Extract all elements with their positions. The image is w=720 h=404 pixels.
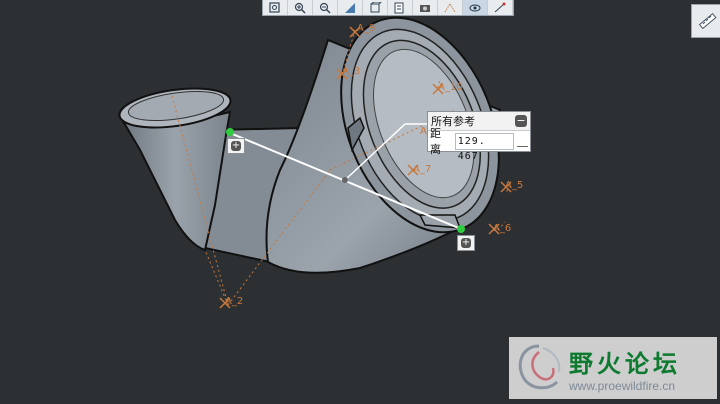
datum-label-a5[interactable]: A_5 (505, 180, 523, 191)
display-style-icon[interactable] (413, 0, 438, 15)
measure-panel: 所有参考 − 距离 129. 467 (427, 111, 531, 162)
forum-url: www.proewildfire.cn (569, 378, 676, 393)
datum-label-a2[interactable]: A_2 (225, 296, 243, 307)
forum-logo-icon (518, 344, 561, 390)
spin-center-icon[interactable] (463, 0, 488, 15)
datum-label-a3[interactable]: A_3 (342, 66, 360, 77)
datum-label-a6[interactable]: A_6 (493, 223, 511, 234)
view-orient-icon[interactable] (363, 0, 388, 15)
forum-title: 野火论坛 (569, 349, 681, 378)
measure-handle-end[interactable]: + (457, 235, 475, 251)
zoom-fit-icon[interactable] (263, 0, 288, 15)
datum-label-a9[interactable]: A_9 (357, 23, 375, 34)
measure-tool-button[interactable] (691, 4, 720, 38)
measure-point-start[interactable] (226, 128, 234, 136)
zoom-out-icon[interactable] (313, 0, 338, 15)
annotation-icon[interactable] (488, 0, 513, 15)
forum-watermark: 野火论坛 www.proewildfire.cn (509, 337, 717, 399)
datum-label-a10[interactable]: A_10 (438, 82, 463, 93)
distance-row: 距离 129. 467 (428, 127, 530, 162)
saved-views-icon[interactable] (388, 0, 413, 15)
distance-value[interactable]: 129. 467 (454, 132, 514, 162)
plus-icon: + (231, 140, 241, 151)
measure-point-end[interactable] (457, 225, 465, 233)
ruler-icon (698, 12, 717, 30)
plus-icon: + (461, 237, 471, 248)
collapse-icon[interactable]: − (515, 115, 527, 127)
datum-display-icon[interactable] (438, 0, 463, 15)
units-icon[interactable] (516, 136, 528, 147)
zoom-in-icon[interactable] (288, 0, 313, 15)
repaint-icon[interactable] (338, 0, 363, 15)
distance-label: 距离 (430, 127, 441, 156)
datum-label-a7[interactable]: A_7 (413, 164, 431, 175)
measure-handle-start[interactable]: + (227, 138, 245, 154)
view-toolbar (262, 0, 514, 16)
